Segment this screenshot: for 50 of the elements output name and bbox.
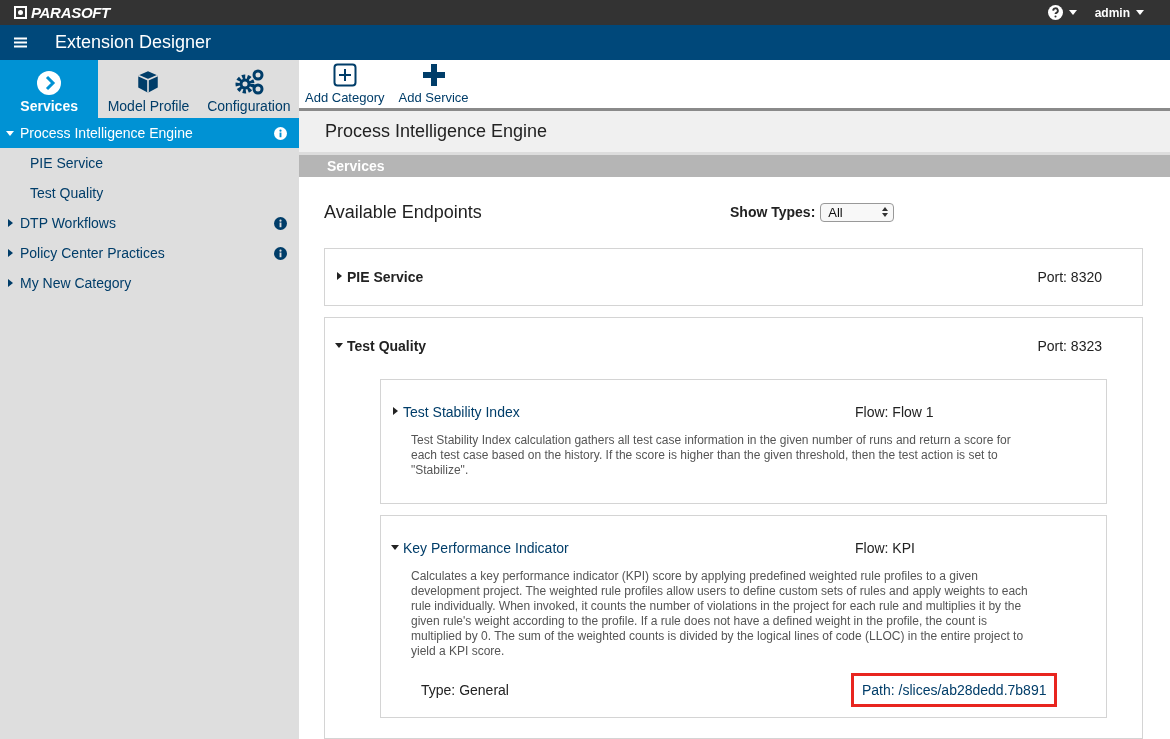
info-icon xyxy=(274,246,287,260)
caret-right-icon xyxy=(6,279,14,287)
help-menu-button[interactable] xyxy=(1047,5,1077,20)
sidebar-item[interactable]: My New Category xyxy=(0,268,299,298)
caret-right-icon xyxy=(391,407,399,415)
caret-down-icon xyxy=(1068,10,1077,15)
caret-down-icon xyxy=(335,341,343,349)
toolbar-button[interactable]: Add Category xyxy=(303,60,387,109)
port-label: Port: 8323 xyxy=(1037,338,1102,354)
endpoint-name[interactable]: PIE Service xyxy=(347,269,1038,285)
info-icon xyxy=(274,126,287,140)
caret-right-icon xyxy=(335,272,343,280)
type-select[interactable]: All xyxy=(820,202,895,222)
menu-button[interactable] xyxy=(14,37,27,48)
logo-mark-icon xyxy=(14,6,27,19)
endpoint-name[interactable]: Test Quality xyxy=(347,338,1038,354)
flow-name[interactable]: Key Performance Indicator xyxy=(403,540,855,556)
type-label: Type: General xyxy=(421,682,510,698)
plus-square-icon xyxy=(332,63,357,88)
caret-down-icon xyxy=(6,129,14,137)
filter-label: Show Types: xyxy=(730,204,816,220)
brand-logo: PARASOFT xyxy=(14,4,110,21)
caret-right-icon xyxy=(6,219,14,227)
section-heading: Available Endpoints xyxy=(324,201,483,223)
flow-description: Calculates a key performance indicator (KPI) score by applying predefined weighted rule profiles to a given development project. The weighted rule profiles allow users to define custom sets of rules and apply weights to each rule individually. When invoked, it counts the number of violations in the project for each rule and multiplies it by the given rule's weight according to the profile. If a rule does not have a defined weight in the profile, the count is multiplied by 0. The sum of the weighted counts is divided by the logical lines of code (LLOC) in the entire project to yield a KPI score. xyxy=(411,569,1029,659)
sidebar-item[interactable]: PIE Service xyxy=(0,148,299,178)
user-menu-button[interactable]: admin xyxy=(1094,5,1144,20)
sidebar-item[interactable]: Policy Center Practices xyxy=(0,238,299,268)
chevron-circle-icon xyxy=(37,71,62,95)
path-label: Path: /slices/ab28dedd.7b891 xyxy=(851,673,1058,707)
flow-name[interactable]: Test Stability Index xyxy=(403,404,855,420)
gears-icon xyxy=(233,69,264,95)
info-icon xyxy=(274,216,287,230)
flow-label: Flow: KPI xyxy=(855,540,915,556)
toolbar-button[interactable]: Add Service xyxy=(396,60,471,109)
flow-description: Test Stability Index calculation gathers all test case information in the given number of runs and return a score for each test case based on the history. If the score is higher than the given threshold, then the test action is set to "Stabilize". xyxy=(411,433,1012,478)
app-title: Extension Designer xyxy=(55,32,212,53)
sort-arrows-icon xyxy=(882,207,889,217)
caret-down-icon xyxy=(1136,10,1144,15)
section-header: Services xyxy=(299,155,1170,177)
port-label: Port: 8320 xyxy=(1037,269,1102,285)
plus-icon xyxy=(421,63,446,88)
sidebar-item[interactable]: Test Quality xyxy=(0,178,299,208)
caret-right-icon xyxy=(6,249,14,257)
menu-icon xyxy=(14,37,27,48)
sidebar-item[interactable]: DTP Workflows xyxy=(0,208,299,238)
help-icon xyxy=(1047,5,1063,20)
flow-label: Flow: Flow 1 xyxy=(855,404,934,420)
caret-down-icon xyxy=(391,543,399,551)
page-title: Process Intelligence Engine xyxy=(299,111,1170,155)
